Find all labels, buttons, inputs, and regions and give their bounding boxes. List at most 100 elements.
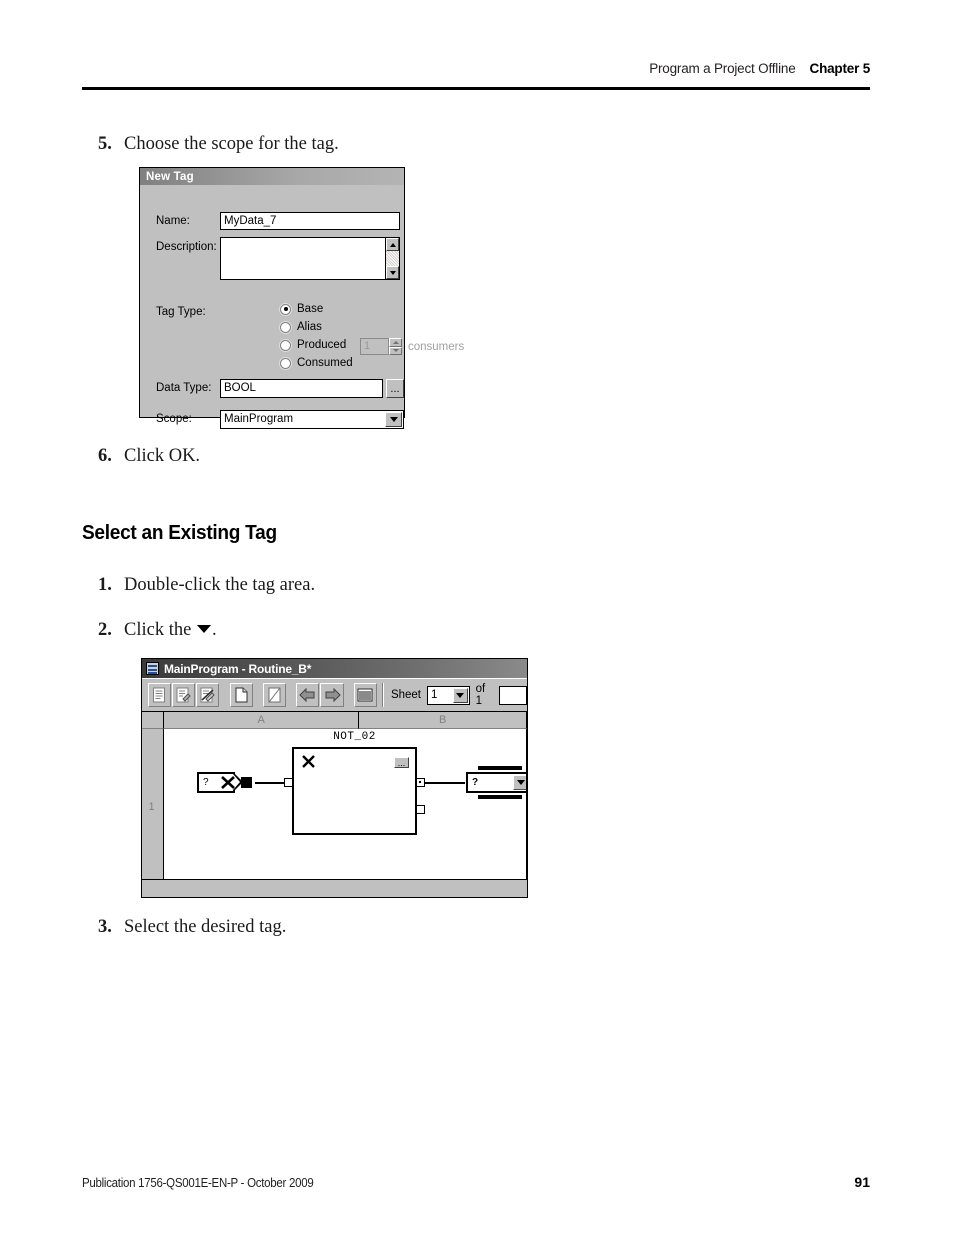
sheet-of-label: of 1 <box>475 683 486 707</box>
step-6-text: Click OK. <box>124 446 201 466</box>
tag-type-option-produced-label: Produced <box>297 339 347 351</box>
description-scrollbar[interactable] <box>385 238 399 279</box>
sheet-value: 1 <box>431 689 438 701</box>
name-input[interactable]: MyData_7 <box>220 212 400 230</box>
section-step-2: 2. Click the . <box>98 620 217 641</box>
step-5-text: Choose the scope for the tag. <box>124 134 339 154</box>
fbd-block-output-pin-2[interactable] <box>416 805 425 814</box>
new-tag-titlebar: New Tag <box>140 168 404 185</box>
step-5: 5. Choose the scope for the tag. <box>98 134 339 155</box>
fbd-block-label: NOT_02 <box>333 731 376 743</box>
step-6-number: 6. <box>98 446 112 466</box>
fbd-block-input-pin[interactable] <box>284 778 293 787</box>
fbd-output-reference-value: ? <box>472 777 479 788</box>
section-step-2-number: 2. <box>98 620 112 640</box>
column-header-row: A B <box>142 711 527 729</box>
chevron-down-icon[interactable] <box>452 687 468 703</box>
fbd-input-reference[interactable]: ? <box>197 772 252 793</box>
data-type-browse-button[interactable]: ... <box>386 379 404 398</box>
column-header-a[interactable]: A <box>163 712 360 729</box>
radio-base-icon[interactable] <box>280 303 291 315</box>
previous-sheet-icon[interactable] <box>296 683 320 707</box>
fbd-block-browse-button[interactable]: ... <box>394 757 409 768</box>
next-sheet-icon[interactable] <box>320 683 344 707</box>
new-tag-dialog: New Tag Name: MyData_7 Description: Tag … <box>139 167 464 429</box>
grid-view-icon[interactable] <box>353 683 377 707</box>
row-header-1[interactable]: 1 <box>142 801 161 813</box>
delete-sheet-icon[interactable] <box>262 683 287 707</box>
fbd-output-reference-combo[interactable]: ? <box>466 772 527 793</box>
fbd-not-block[interactable]: ... <box>292 747 417 835</box>
scroll-up-icon[interactable] <box>386 238 399 251</box>
section-step-2-text-before: Click the <box>124 620 196 640</box>
section-step-2-text-after: . <box>211 620 217 640</box>
description-label: Description: <box>156 241 217 253</box>
show-ladder-icon[interactable] <box>148 683 172 707</box>
section-step-1: 1. Double-click the tag area. <box>98 575 315 596</box>
fbd-sheet[interactable]: NOT_02 ... ? ? <box>164 729 527 897</box>
sheet-canvas: 1 NOT_02 ... ? ? <box>142 729 527 897</box>
selection-handle-top[interactable] <box>478 766 522 770</box>
new-sheet-icon[interactable] <box>229 683 253 707</box>
fbd-block-output-pin-1[interactable] <box>416 778 425 787</box>
fbd-wire-output[interactable] <box>425 782 465 784</box>
footer-publication: Publication 1756-QS001E-EN-P - October 2… <box>82 1176 314 1190</box>
footer-page-number: 91 <box>854 1174 870 1190</box>
tag-type-option-base-label: Base <box>297 303 324 315</box>
edit-sheet-icon[interactable] <box>172 683 196 707</box>
radio-produced-icon[interactable] <box>280 339 291 351</box>
spinner-down-icon[interactable] <box>389 346 402 355</box>
scope-value: MainProgram <box>224 413 294 425</box>
scrollbar-track[interactable] <box>386 251 399 266</box>
sheet-select[interactable]: 1 <box>427 685 470 705</box>
fbd-output-reference-selected[interactable]: ? <box>464 766 527 799</box>
section-step-3-number: 3. <box>98 917 112 937</box>
routine-window-icon <box>146 662 159 675</box>
row-header-gutter: 1 <box>142 729 164 897</box>
tag-type-option-base[interactable]: Base <box>280 303 323 315</box>
verify-routine-icon[interactable] <box>196 683 220 707</box>
routine-window: MainProgram - Routine_B* Sheet 1 of 1 A … <box>141 658 528 898</box>
fbd-input-reference-connector[interactable] <box>241 777 252 788</box>
header-divider <box>82 87 870 90</box>
radio-consumed-icon[interactable] <box>280 357 291 369</box>
toolbar-extra-field[interactable] <box>499 685 527 705</box>
scope-label: Scope: <box>156 413 192 425</box>
chapter-label: Chapter 5 <box>809 61 871 76</box>
page-running-header: Program a Project Offline Chapter 5 <box>82 60 870 78</box>
consumers-spin-buttons[interactable] <box>389 338 402 355</box>
routine-toolbar: Sheet 1 of 1 <box>142 678 527 711</box>
data-type-input[interactable]: BOOL <box>220 379 383 398</box>
data-type-label: Data Type: <box>156 382 212 394</box>
tag-type-option-consumed-label: Consumed <box>297 357 353 369</box>
error-x-icon <box>302 755 315 768</box>
spinner-up-icon[interactable] <box>389 338 402 347</box>
scroll-down-icon[interactable] <box>386 266 399 279</box>
new-tag-title: New Tag <box>146 170 194 183</box>
selection-handle-bottom[interactable] <box>478 795 522 799</box>
description-input[interactable] <box>220 237 400 280</box>
section-step-3-text: Select the desired tag. <box>124 917 287 937</box>
new-tag-body: Name: MyData_7 Description: Tag Type: Ba… <box>140 185 464 429</box>
section-step-1-text: Double-click the tag area. <box>124 575 316 595</box>
fbd-wire-input[interactable] <box>255 782 285 784</box>
column-header-b[interactable]: B <box>359 712 527 729</box>
step-5-number: 5. <box>98 134 112 154</box>
scope-select[interactable]: MainProgram <box>220 410 404 429</box>
sheet-label: Sheet <box>390 689 421 701</box>
tag-type-option-alias-label: Alias <box>297 321 322 333</box>
tag-type-label: Tag Type: <box>156 306 206 318</box>
section-step-3: 3. Select the desired tag. <box>98 917 286 938</box>
tag-type-option-produced[interactable]: Produced <box>280 339 346 351</box>
consumers-stepper[interactable]: 1 <box>360 338 402 355</box>
tag-type-option-consumed[interactable]: Consumed <box>280 357 353 369</box>
consumers-input[interactable]: 1 <box>360 338 389 355</box>
step-6: 6. Click OK. <box>98 446 200 467</box>
routine-window-bottom-strip <box>142 879 527 897</box>
error-x-icon <box>221 776 235 789</box>
chevron-down-icon[interactable] <box>385 412 402 427</box>
tag-type-option-alias[interactable]: Alias <box>280 321 322 333</box>
canvas-right-edge <box>526 729 527 897</box>
radio-alias-icon[interactable] <box>280 321 291 333</box>
consumers-label: consumers <box>408 341 465 353</box>
